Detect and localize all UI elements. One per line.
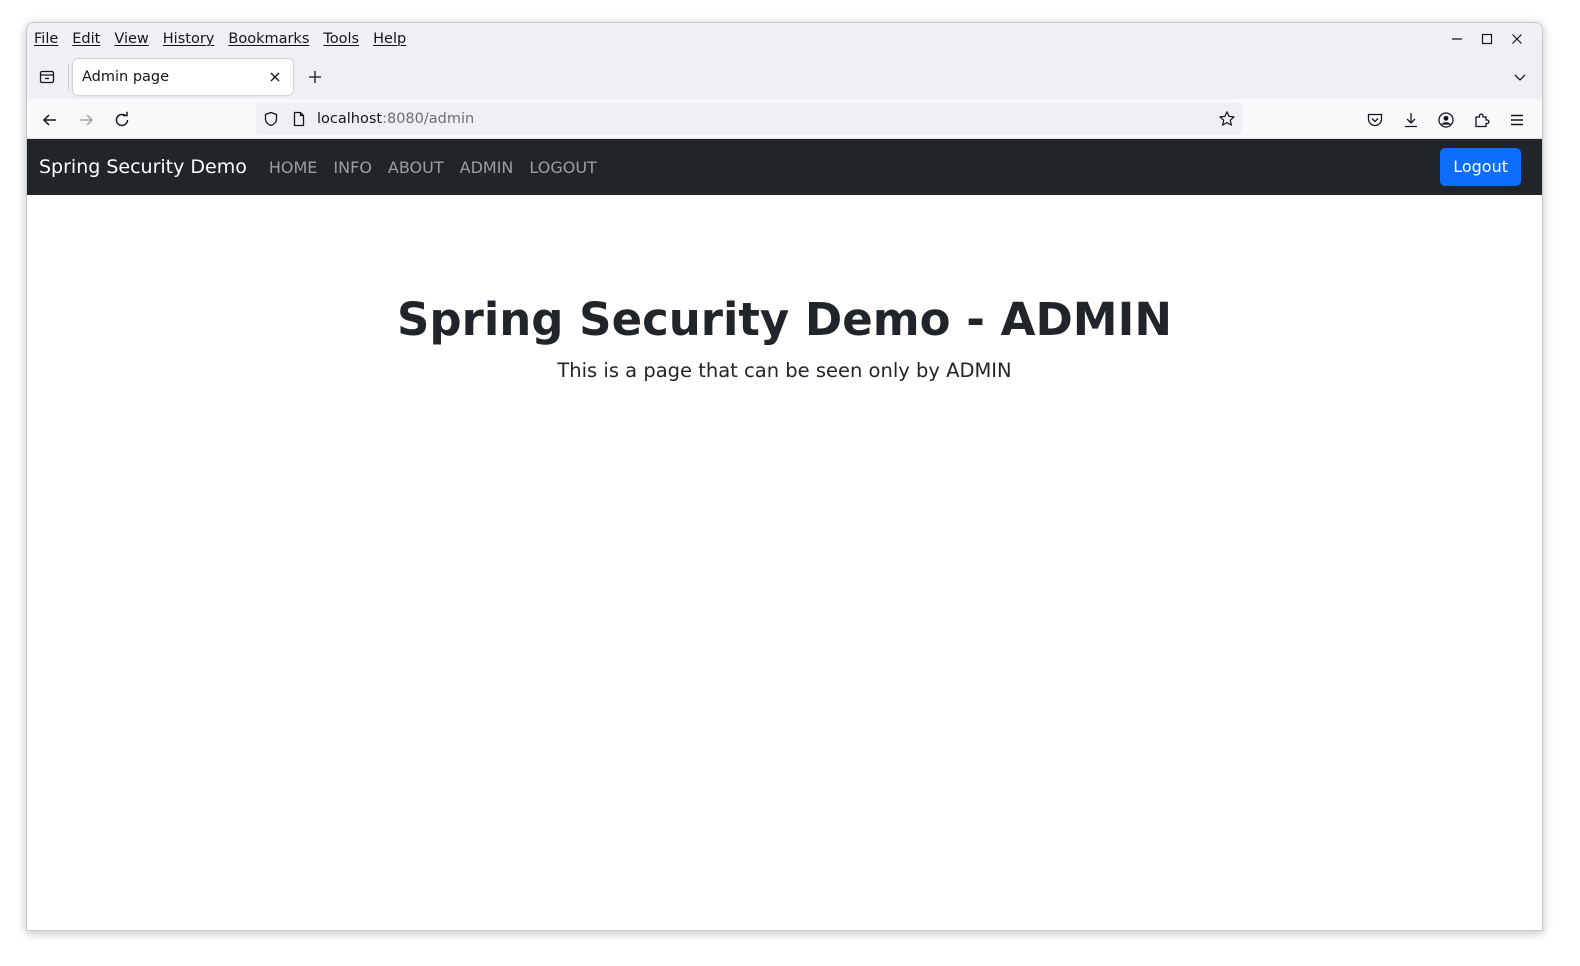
menu-help[interactable]: Help [373, 31, 406, 47]
url-path: :8080/admin [382, 111, 475, 127]
page-content: Spring Security Demo HOME INFO ABOUT ADM… [27, 139, 1542, 930]
page-subtitle: This is a page that can be seen only by … [557, 359, 1012, 382]
menu-bookmarks[interactable]: Bookmarks [228, 31, 309, 47]
tab-admin-page[interactable]: Admin page [73, 59, 293, 95]
tab-separator [68, 63, 69, 91]
download-icon[interactable] [1398, 107, 1424, 133]
shield-icon[interactable] [262, 110, 280, 128]
url-bar[interactable]: localhost:8080/admin [256, 103, 1242, 135]
url-text[interactable]: localhost:8080/admin [317, 110, 474, 128]
back-icon[interactable] [37, 107, 63, 133]
tab-title: Admin page [82, 69, 170, 85]
extensions-icon[interactable] [1469, 107, 1495, 133]
menu-bar: File Edit View History Bookmarks Tools H… [27, 23, 1542, 55]
menu-history[interactable]: History [163, 31, 215, 47]
menu-edit[interactable]: Edit [72, 31, 100, 47]
page-title: Spring Security Demo - ADMIN [397, 293, 1172, 346]
menu-view[interactable]: View [114, 31, 148, 47]
nav-link-admin[interactable]: ADMIN [460, 158, 514, 177]
menu-file[interactable]: File [34, 31, 58, 47]
menu-tools[interactable]: Tools [323, 31, 359, 47]
hamburger-menu-icon[interactable] [1504, 107, 1530, 133]
star-icon[interactable] [1218, 110, 1236, 128]
nav-link-info[interactable]: INFO [333, 158, 371, 177]
forward-icon[interactable] [73, 107, 99, 133]
nav-link-logout[interactable]: LOGOUT [529, 158, 596, 177]
chevron-down-icon[interactable] [1508, 65, 1532, 89]
new-tab-icon[interactable] [303, 65, 327, 89]
pocket-icon[interactable] [1362, 107, 1388, 133]
browser-window: File Edit View History Bookmarks Tools H… [26, 22, 1543, 931]
close-tab-icon[interactable] [263, 65, 287, 89]
tab-bar: Admin page [27, 55, 1542, 99]
navigation-toolbar: localhost:8080/admin [27, 99, 1542, 139]
maximize-icon[interactable] [1472, 24, 1502, 54]
reload-icon[interactable] [109, 107, 135, 133]
close-window-icon[interactable] [1502, 24, 1532, 54]
url-host: localhost [317, 111, 383, 127]
nav-link-about[interactable]: ABOUT [388, 158, 444, 177]
firefox-view-icon[interactable] [36, 66, 58, 88]
account-icon[interactable] [1433, 107, 1459, 133]
page-icon[interactable] [290, 110, 308, 128]
site-navbar: Spring Security Demo HOME INFO ABOUT ADM… [27, 139, 1542, 195]
site-brand[interactable]: Spring Security Demo [39, 156, 247, 178]
logout-button[interactable]: Logout [1440, 148, 1521, 186]
nav-link-home[interactable]: HOME [269, 158, 318, 177]
minimize-icon[interactable] [1442, 24, 1472, 54]
